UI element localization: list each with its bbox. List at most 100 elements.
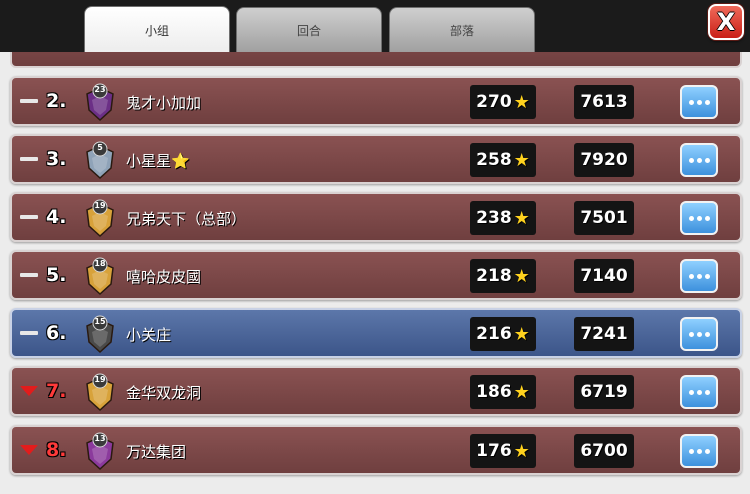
leaderboard-row[interactable]: 3. 5 小星星⭐ 258 ★ 7920: [10, 134, 742, 184]
leaderboard-panel[interactable]: 2. 23 鬼才小加加 270 ★ 7613 3. 5 小星星⭐ 258 ★ 7920 4. 19 兄弟天下…: [0, 52, 750, 494]
dot-icon: [696, 215, 702, 221]
clan-badge-icon: 19: [84, 372, 116, 412]
dot-icon: [704, 389, 710, 395]
clan-level: 5: [97, 143, 103, 152]
clan-level: 15: [94, 317, 106, 326]
rank-number: 3.: [46, 148, 67, 170]
more-options-button[interactable]: [680, 143, 718, 177]
stars-box: 216 ★: [470, 317, 536, 351]
more-options-button[interactable]: [680, 85, 718, 119]
star-icon: ★: [513, 207, 530, 229]
trophy-count: 7501: [574, 201, 634, 235]
clan-name-text: 小关庄: [126, 326, 172, 344]
dot-icon: [688, 99, 694, 105]
clan-name: 嘻哈皮皮國: [126, 266, 201, 287]
stars-value: 218: [476, 266, 512, 286]
dot-icon: [688, 273, 694, 279]
clan-name: 万达集团: [126, 441, 186, 462]
rank-down-arrow-icon: [20, 445, 38, 455]
clan-name: 小关庄: [126, 324, 171, 345]
rank-unchanged-icon: [20, 99, 38, 103]
stars-box: 258 ★: [470, 143, 536, 177]
clan-name: 小星星⭐: [126, 150, 190, 171]
leaderboard-row[interactable]: 7. 19 金华双龙洞 186 ★ 6719: [10, 366, 742, 416]
rank-unchanged-icon: [20, 273, 38, 277]
rank-number: 6.: [46, 322, 67, 344]
dot-icon: [696, 273, 702, 279]
dot-icon: [696, 157, 702, 163]
dot-icon: [704, 99, 710, 105]
rank-number: 7.: [46, 380, 67, 402]
clan-level: 18: [94, 259, 106, 268]
leaderboard-row[interactable]: 2. 23 鬼才小加加 270 ★ 7613: [10, 76, 742, 126]
partial-row: [10, 52, 742, 68]
star-icon: ★: [513, 381, 530, 403]
clan-name-text: 小星星: [126, 152, 172, 170]
clan-name: 兄弟天下（总部）: [126, 208, 246, 229]
stars-value: 176: [476, 441, 512, 461]
clan-level: 13: [94, 434, 106, 443]
leaderboard-row[interactable]: 8. 13 万达集团 176 ★ 6700: [10, 425, 742, 475]
trophy-count: 7140: [574, 259, 634, 293]
rank-number: 2.: [46, 90, 67, 112]
clan-name-text: 兄弟天下（总部）: [126, 210, 247, 228]
leaderboard-row[interactable]: 4. 19 兄弟天下（总部） 238 ★ 7501: [10, 192, 742, 242]
tab-clan-label: 部落: [449, 24, 474, 38]
more-options-button[interactable]: [680, 317, 718, 351]
dot-icon: [704, 157, 710, 163]
dot-icon: [704, 448, 710, 454]
dot-icon: [688, 331, 694, 337]
trophy-count: 7241: [574, 317, 634, 351]
rank-number: 8.: [46, 439, 67, 461]
dot-icon: [688, 215, 694, 221]
close-icon: X: [716, 8, 736, 36]
stars-box: 186 ★: [470, 375, 536, 409]
dot-icon: [688, 448, 694, 454]
tab-group[interactable]: 小组: [84, 6, 230, 54]
trophy-count: 6719: [574, 375, 634, 409]
tab-round[interactable]: 回合: [236, 7, 382, 53]
clan-badge-icon: 5: [84, 140, 116, 180]
leaderboard-row[interactable]: 6. 15 小关庄 216 ★ 7241: [10, 308, 742, 358]
stars-box: 270 ★: [470, 85, 536, 119]
rank-unchanged-icon: [20, 215, 38, 219]
clan-name-star-icon: ⭐: [171, 152, 190, 170]
tab-clan[interactable]: 部落: [389, 7, 535, 53]
trophy-count: 6700: [574, 434, 634, 468]
dot-icon: [696, 99, 702, 105]
stars-box: 218 ★: [470, 259, 536, 293]
clan-name: 鬼才小加加: [126, 92, 201, 113]
clan-badge-icon: 15: [84, 314, 116, 354]
more-options-button[interactable]: [680, 259, 718, 293]
stars-box: 238 ★: [470, 201, 536, 235]
rank-number: 4.: [46, 206, 67, 228]
clan-level: 23: [94, 85, 106, 94]
close-button[interactable]: X: [708, 4, 744, 40]
more-options-button[interactable]: [680, 434, 718, 468]
trophy-count: 7920: [574, 143, 634, 177]
clan-badge-icon: 23: [84, 82, 116, 122]
more-options-button[interactable]: [680, 201, 718, 235]
clan-name-text: 万达集团: [126, 443, 187, 461]
rank-unchanged-icon: [20, 157, 38, 161]
more-options-button[interactable]: [680, 375, 718, 409]
leaderboard-row[interactable]: 5. 18 嘻哈皮皮國 218 ★ 7140: [10, 250, 742, 300]
star-icon: ★: [513, 323, 530, 345]
stars-value: 270: [476, 92, 512, 112]
clan-badge-icon: 18: [84, 256, 116, 296]
dot-icon: [696, 331, 702, 337]
clan-badge-icon: 19: [84, 198, 116, 238]
dot-icon: [704, 215, 710, 221]
rank-unchanged-icon: [20, 331, 38, 335]
clan-name-text: 金华双龙洞: [126, 384, 202, 402]
clan-name: 金华双龙洞: [126, 382, 201, 403]
stars-value: 238: [476, 208, 512, 228]
stars-value: 258: [476, 150, 512, 170]
dot-icon: [696, 389, 702, 395]
dot-icon: [688, 157, 694, 163]
star-icon: ★: [513, 440, 530, 462]
star-icon: ★: [513, 265, 530, 287]
tab-group-label: 小组: [144, 24, 169, 38]
clan-name-text: 嘻哈皮皮國: [126, 268, 202, 286]
stars-box: 176 ★: [470, 434, 536, 468]
